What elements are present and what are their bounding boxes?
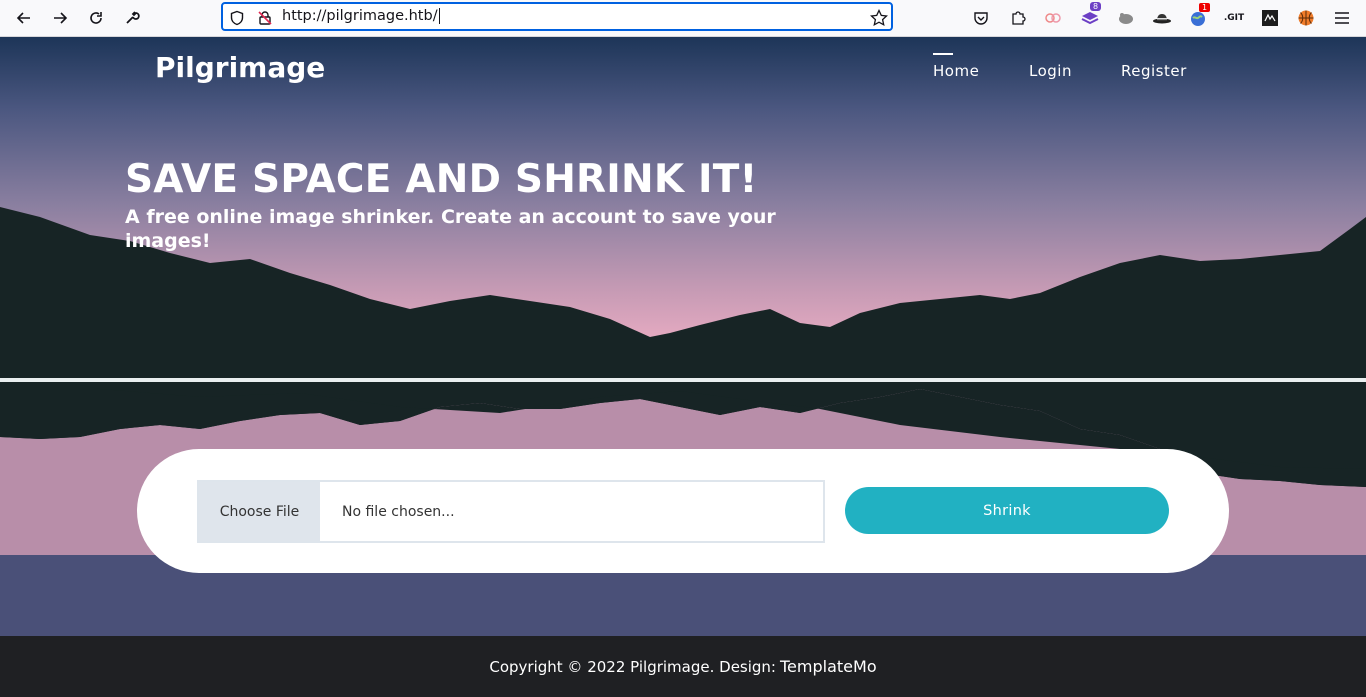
globe-extension-icon[interactable]: 1 [1185,3,1211,31]
basketball-extension-icon[interactable] [1293,5,1319,31]
back-button[interactable] [10,4,38,32]
menu-hamburger-icon[interactable] [1329,5,1355,31]
bookmark-star-icon[interactable] [869,8,889,28]
insecure-lock-icon[interactable] [255,8,275,28]
footer: Copyright © 2022 Pilgrimage. Design: Tem… [0,636,1366,697]
shield-icon[interactable] [227,8,247,28]
browser-toolbar: http://pilgrimage.htb/ 8 1 .GIT [0,0,1366,37]
extension-badge: 1 [1199,3,1211,12]
wappalyzer-icon[interactable] [1257,5,1283,31]
git-label: .GIT [1223,13,1245,23]
site-brand-logo[interactable]: Pilgrimage [155,51,325,84]
cat-extension-icon[interactable] [1113,5,1139,31]
nav-active-indicator [933,53,953,55]
file-input[interactable]: Choose File No file chosen... [197,480,825,543]
tools-button[interactable] [118,4,146,32]
layers-extension-icon[interactable]: 8 [1077,2,1103,31]
nav-register-link[interactable]: Register [1121,62,1187,80]
back-arrow-icon [16,12,30,24]
wrench-icon [126,11,140,24]
url-text[interactable]: http://pilgrimage.htb/ [282,8,440,24]
hero-title: SAVE SPACE AND SHRINK IT! [125,157,758,202]
upload-form: Choose File No file chosen... Shrink [137,449,1229,573]
file-status-text: No file chosen... [342,503,455,520]
hero-subtitle: A free online image shrinker. Create an … [125,206,776,252]
reload-button[interactable] [82,4,110,32]
pocket-icon[interactable] [968,5,994,31]
shrink-button[interactable]: Shrink [845,487,1169,534]
git-extension-icon[interactable]: .GIT [1221,5,1247,31]
hat-extension-icon[interactable] [1149,5,1175,31]
url-bar[interactable]: http://pilgrimage.htb/ [221,2,893,31]
nav-login-link[interactable]: Login [1029,62,1072,80]
extension-badge: 8 [1090,2,1102,11]
extensions-puzzle-icon[interactable] [1005,5,1031,31]
footer-templatemo-link[interactable]: TemplateMo [780,657,877,676]
foxyproxy-icon[interactable] [1040,5,1066,31]
forward-arrow-icon [54,12,68,24]
footer-copyright: Copyright © 2022 Pilgrimage. Design: [489,657,776,676]
choose-file-button[interactable]: Choose File [199,482,320,541]
hero-section: Pilgrimage Home Login Register SAVE SPAC… [0,37,1366,636]
reload-icon [90,12,102,24]
nav-home-link[interactable]: Home [933,62,979,80]
forward-button[interactable] [46,4,74,32]
